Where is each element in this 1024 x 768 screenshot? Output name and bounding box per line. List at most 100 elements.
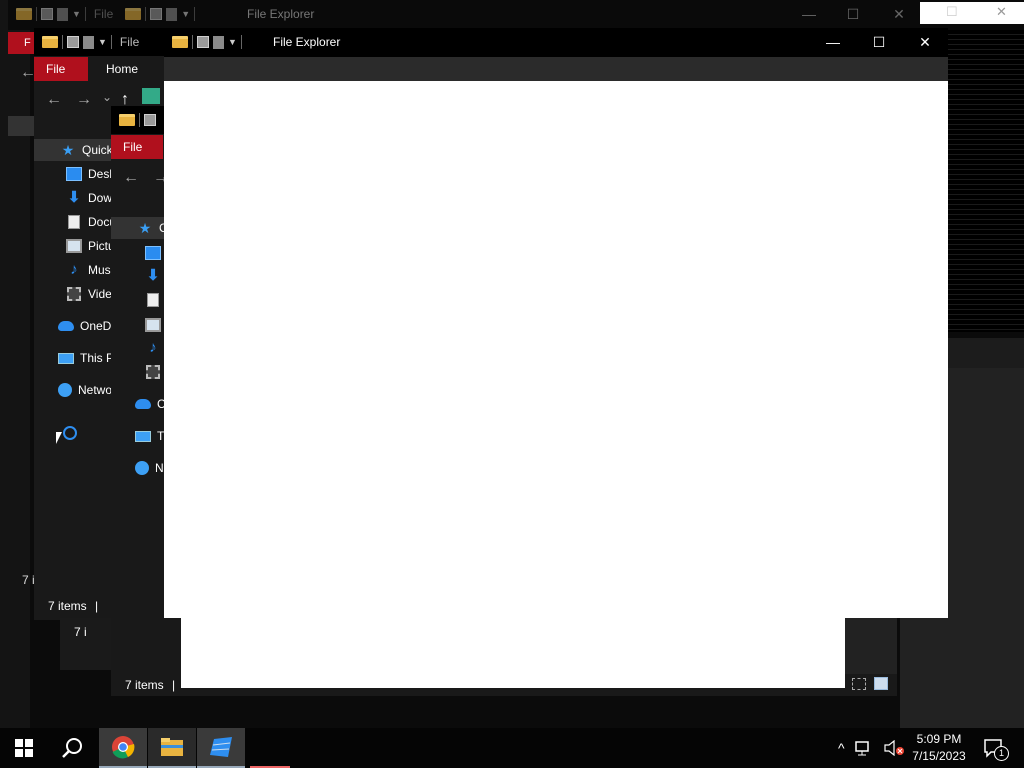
separator [240,35,242,49]
sidebar-item-this-pc[interactable]: This P [58,347,114,369]
sidebar-item-network[interactable]: Netwo [58,379,112,401]
taskbar-chrome[interactable] [99,728,147,768]
onedrive-icon [58,321,74,331]
new-folder-icon[interactable] [83,35,94,49]
new-folder-icon[interactable] [213,35,224,49]
status-item-count: 7 i [22,573,35,587]
sidebar-item-documents[interactable]: Docu [66,211,116,233]
back-file-menu[interactable]: File [94,7,113,21]
clock[interactable]: 5:09 PM 7/15/2023 [905,731,973,765]
sidebar-item-downloads[interactable]: ⬇ Dow [66,187,112,209]
videos-icon[interactable] [146,365,160,379]
background-window-right [945,30,1024,332]
properties-icon[interactable] [197,36,209,48]
clock-date: 7/15/2023 [912,749,966,763]
close-button[interactable]: ✕ [876,0,922,28]
scrollbar-track[interactable] [845,618,897,674]
quick-access-star-icon: ★ [61,142,75,158]
sidebar-item-label: Musi [88,263,114,277]
minimize-button[interactable]: — [786,0,832,28]
separator [84,7,86,21]
sidebar-item-onedrive[interactable]: C [135,393,166,415]
sidebar-item-this-pc[interactable]: T [135,425,164,447]
mouse-cursor-icon [56,432,62,444]
status-item-count: 7 items [125,678,164,692]
pictures-icon[interactable] [145,318,161,332]
maximize-button[interactable]: ☐ [946,4,958,20]
search-icon [62,738,82,758]
back-ribbon-file-partial[interactable]: F [8,32,34,54]
separator [145,7,147,21]
folder-icon [42,36,58,48]
start-button[interactable] [0,728,48,768]
taskbar-file-explorer[interactable] [148,728,196,768]
close-button[interactable]: ✕ [902,28,948,56]
sidebar-item-label: Netwo [78,383,113,397]
this-pc-icon [135,430,151,442]
sidebar-item-onedrive[interactable]: OneDr [58,315,115,337]
minimize-button[interactable]: — [810,28,856,56]
status-separator: | [95,599,99,613]
network-status-icon[interactable] [854,740,873,756]
sidebar-item-pictures[interactable]: Pictu [66,235,115,257]
file-explorer-window-back[interactable]: ▼ File ▼ File Explorer — ☐ ✕ [8,0,1024,30]
notification-count-badge: 1 [994,746,1009,761]
folder-icon [125,8,142,20]
status-item-count: 7 i [74,625,87,639]
downloads-icon[interactable]: ⬇ [145,268,161,283]
file-explorer-window-front[interactable]: ▼ File Explorer — ☐ ✕ [164,28,948,618]
address-folder-icon [142,88,160,104]
action-center-button[interactable]: 1 [978,728,1024,768]
sidebar-item-music[interactable]: ♪ Musi [66,259,113,281]
sidebar-item-quick-access[interactable]: ★ C [111,217,171,239]
music-icon[interactable]: ♪ [145,340,161,355]
downloads-icon: ⬇ [67,189,81,206]
forward-button[interactable]: → [76,91,92,109]
system-tray: ^ [838,728,905,768]
recent-locations-button[interactable]: ⌄ [102,90,112,104]
chevron-down-icon[interactable]: ▼ [72,9,81,19]
music-icon: ♪ [70,261,78,278]
search-button[interactable] [48,728,96,768]
tab-home[interactable]: Home [94,57,150,81]
sidebar-item-desktop[interactable]: Desk [66,163,115,185]
sidebar-item-network[interactable]: N [135,457,164,479]
volume-muted-icon[interactable] [883,740,905,756]
properties-icon[interactable] [41,8,53,20]
new-folder-icon[interactable] [57,7,68,21]
properties-icon[interactable] [150,8,163,20]
new-folder-icon[interactable] [166,7,178,21]
large-icons-view-button[interactable] [874,677,888,690]
folder-icon [172,36,188,48]
sidebar-item-videos[interactable]: Vide [66,283,112,305]
pictures-icon [66,239,82,253]
content-pane[interactable] [181,618,845,688]
loading-spinner-icon [63,426,77,440]
show-hidden-icons-chevron-icon[interactable]: ^ [838,740,845,756]
tab-file[interactable]: File [34,57,88,81]
sidebar-item-label: Vide [88,287,112,301]
window-title: File Explorer [273,35,341,49]
properties-icon[interactable] [144,114,156,126]
content-area[interactable] [164,81,948,618]
file-menu[interactable]: File [120,35,139,49]
taskbar-app[interactable] [197,728,245,768]
tab-file[interactable]: File [111,135,163,159]
chevron-down-icon[interactable]: ▼ [228,37,237,47]
clock-time: 5:09 PM [916,732,962,746]
chevron-down-icon[interactable]: ▼ [98,37,107,47]
properties-icon[interactable] [67,36,79,48]
back-button[interactable]: ← [123,169,139,187]
back-button[interactable]: ← [46,91,62,109]
status-item-count: 7 items [48,599,87,613]
window-title: File Explorer [247,7,315,21]
chevron-down-icon[interactable]: ▼ [181,9,190,19]
close-button[interactable]: ✕ [996,4,1007,20]
chrome-icon [112,736,135,759]
ribbon-bar [164,57,948,81]
maximize-button[interactable]: ☐ [830,0,876,28]
details-view-button[interactable] [852,678,866,690]
desktop-icon[interactable] [145,246,161,260]
maximize-button[interactable]: ☐ [856,28,902,56]
documents-icon[interactable] [147,293,159,307]
